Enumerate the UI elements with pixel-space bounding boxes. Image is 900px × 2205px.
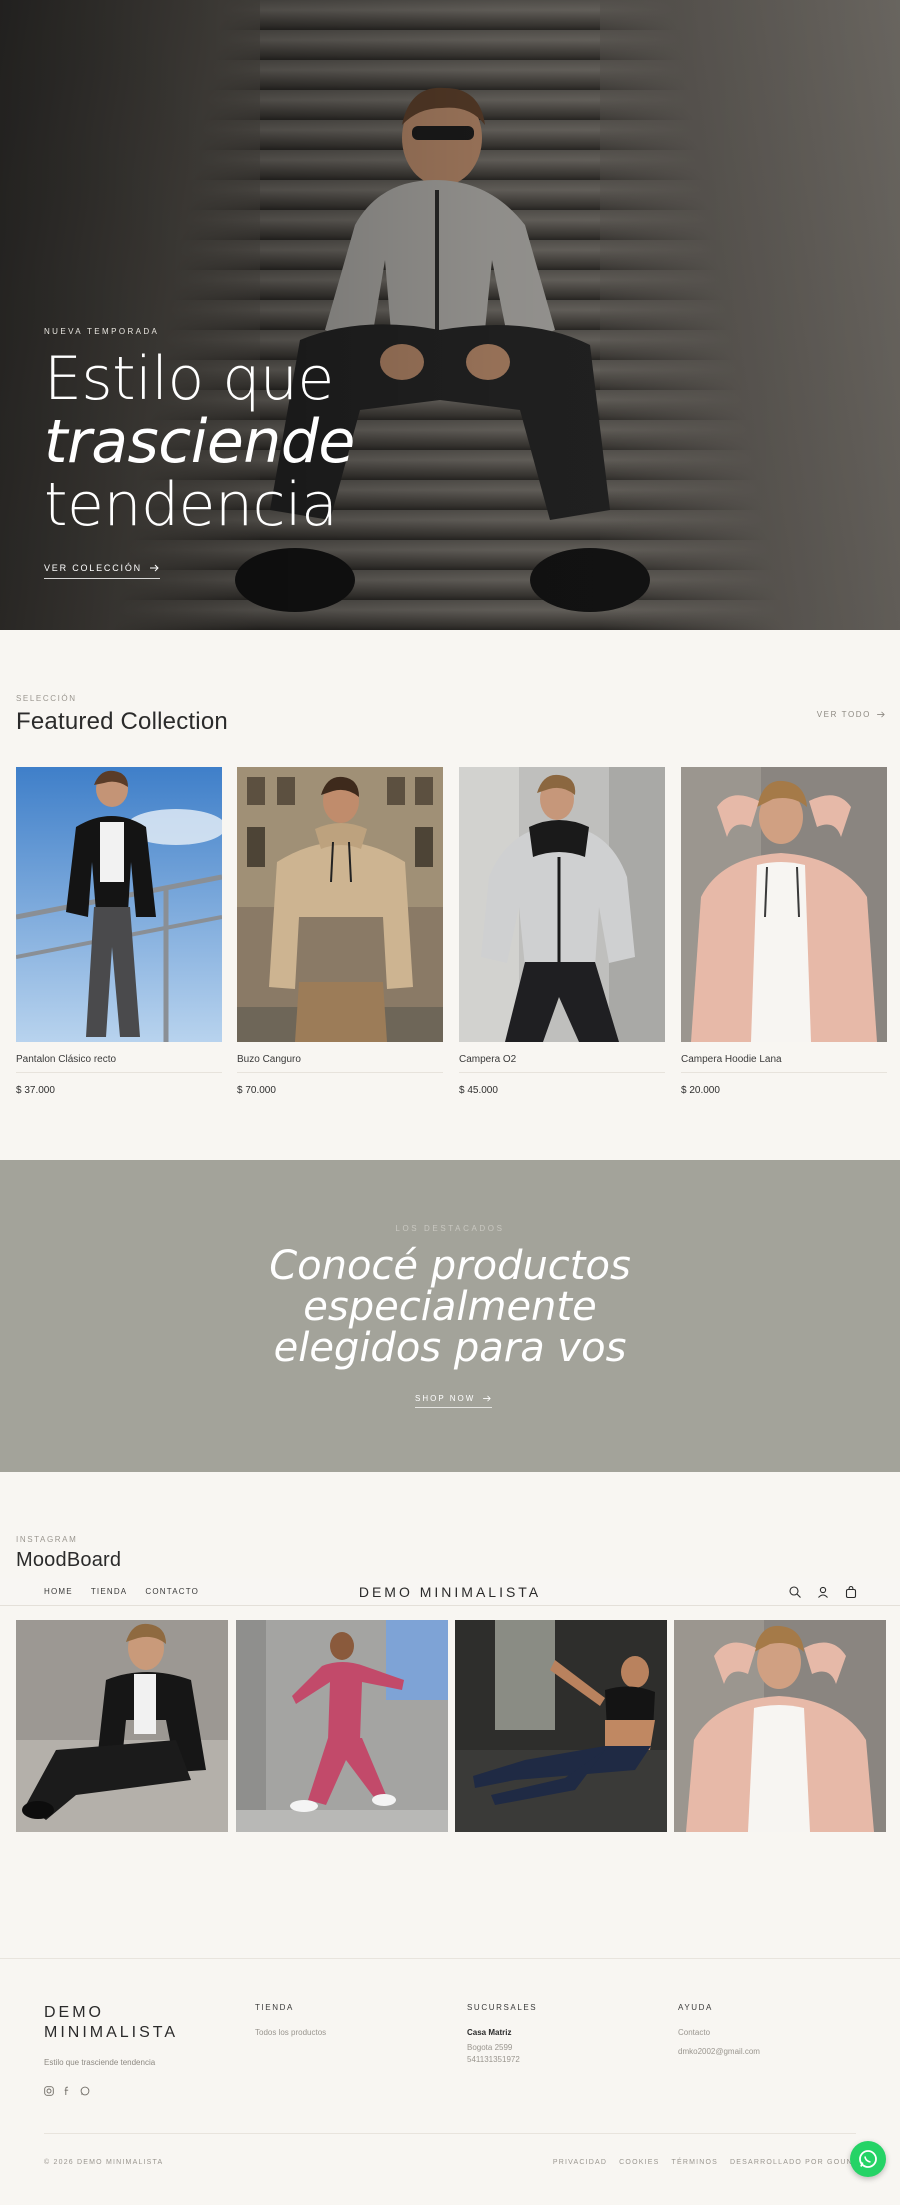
shop-now-label: SHOP NOW <box>415 1394 476 1403</box>
product-price: $ 45.000 <box>459 1085 498 1096</box>
whatsapp-icon[interactable] <box>80 2083 90 2096</box>
facebook-icon[interactable] <box>62 2083 72 2095</box>
hero-title-line2: trasciende <box>44 407 355 477</box>
banner-heading-line2: especialmente <box>303 1284 597 1330</box>
hero-title-line3: tendencia <box>44 470 338 540</box>
nav-link-home[interactable]: HOME <box>44 1587 73 1596</box>
nav-link-contacto[interactable]: CONTACTO <box>145 1587 199 1596</box>
product-card[interactable]: Buzo Canguro $ 70.000 <box>237 767 443 1096</box>
footer-link-all-products[interactable]: Todos los productos <box>255 2028 326 2037</box>
product-image <box>459 767 665 1042</box>
site-footer: DEMO MINIMALISTA Estilo que trasciende t… <box>0 1958 900 2205</box>
product-image <box>15 767 226 1042</box>
footer-email[interactable]: dmko2002@gmail.com <box>678 2047 760 2056</box>
footer-link-contacto[interactable]: Contacto <box>678 2028 760 2037</box>
banner-heading: Conocé productos especialmente elegidos … <box>0 1246 900 1369</box>
footer-heading-sucursales: SUCURSALES <box>467 2003 538 2012</box>
hero-section: NUEVA TEMPORADA Estilo que trasciende te… <box>0 0 900 630</box>
hero-cta-link[interactable]: VER COLECCIÓN <box>44 563 160 579</box>
nav-links: HOME TIENDA CONTACTO <box>44 1587 199 1596</box>
footer-col-tienda: TIENDA Todos los productos <box>255 2003 326 2047</box>
product-name: Campera O2 <box>459 1054 517 1065</box>
footer-branch-name: Casa Matriz <box>467 2028 512 2037</box>
product-divider <box>459 1072 665 1073</box>
product-card[interactable]: Campera Hoodie Lana $ 20.000 <box>681 767 887 1096</box>
product-name: Buzo Canguro <box>237 1054 301 1065</box>
footer-copyright: © 2026 DEMO MINIMALISTA <box>44 2159 164 2166</box>
search-icon[interactable] <box>788 1585 802 1599</box>
nav-link-tienda[interactable]: TIENDA <box>91 1587 128 1596</box>
footer-tagline: Estilo que trasciende tendencia <box>44 2058 156 2067</box>
footer-link-terminos[interactable]: TÉRMINOS <box>671 2159 718 2166</box>
arrow-right-icon <box>149 564 159 572</box>
product-image <box>681 767 887 1042</box>
footer-legal-links: PRIVACIDAD COOKIES TÉRMINOS DESARROLLADO… <box>553 2159 856 2166</box>
nav-icons <box>788 1585 858 1599</box>
whatsapp-icon <box>859 2150 877 2168</box>
moodboard-image[interactable] <box>16 1620 228 1832</box>
featured-eyebrow: SELECCIÓN <box>16 694 77 703</box>
footer-brand-line1: DEMO <box>44 2004 104 2021</box>
product-divider <box>16 1072 222 1073</box>
hero-title: Estilo que trasciende tendencia <box>44 348 464 537</box>
moodboard-image[interactable] <box>455 1620 667 1832</box>
footer-link-developer[interactable]: DESARROLLADO POR GOUNI <box>730 2159 856 2166</box>
view-all-link[interactable]: VER TODO <box>817 710 886 719</box>
footer-social <box>44 2083 90 2096</box>
product-price: $ 70.000 <box>237 1085 276 1096</box>
moodboard-image[interactable] <box>674 1620 886 1832</box>
whatsapp-float-button[interactable] <box>850 2141 886 2177</box>
product-name: Campera Hoodie Lana <box>681 1054 782 1065</box>
footer-col-sucursales: SUCURSALES Casa Matriz Bogota 2599 54113… <box>467 2003 537 2066</box>
product-divider <box>237 1072 443 1073</box>
product-divider <box>681 1072 887 1073</box>
highlights-banner: LOS DESTACADOS Conocé productos especial… <box>0 1160 900 1472</box>
banner-heading-line1: Conocé productos <box>269 1243 631 1289</box>
footer-brand[interactable]: DEMO MINIMALISTA <box>44 2003 178 2043</box>
hero-eyebrow: NUEVA TEMPORADA <box>44 327 160 336</box>
featured-title: Featured Collection <box>16 708 228 735</box>
sticky-navbar: HOME TIENDA CONTACTO DEMO MINIMALISTA <box>0 1578 900 1606</box>
footer-heading-tienda: TIENDA <box>255 2003 294 2012</box>
view-all-label: VER TODO <box>816 710 871 719</box>
hero-title-line1: Estilo que <box>44 344 334 414</box>
footer-heading-ayuda: AYUDA <box>678 2003 713 2012</box>
banner-eyebrow: LOS DESTACADOS <box>395 1224 505 1233</box>
product-card[interactable]: Pantalon Clásico recto $ 37.000 <box>15 767 226 1096</box>
shop-now-link[interactable]: SHOP NOW <box>415 1394 493 1408</box>
instagram-icon[interactable] <box>44 2083 54 2096</box>
product-card[interactable]: Campera O2 $ 45.000 <box>459 767 665 1096</box>
hero-cta-label: VER COLECCIÓN <box>44 563 142 573</box>
banner-heading-line3: elegidos para vos <box>273 1325 627 1371</box>
product-name: Pantalon Clásico recto <box>16 1054 117 1065</box>
footer-branch-address: Bogota 2599 <box>467 2043 513 2052</box>
moodboard-image[interactable] <box>236 1620 448 1832</box>
product-price: $ 20.000 <box>681 1085 720 1096</box>
product-image <box>237 767 443 1042</box>
moodboard-title: MoodBoard <box>16 1549 122 1571</box>
cart-icon[interactable] <box>844 1585 858 1599</box>
user-icon[interactable] <box>816 1585 830 1599</box>
footer-branch-phone: 541131351972 <box>467 2055 520 2064</box>
footer-divider <box>44 2133 856 2134</box>
footer-link-privacidad[interactable]: PRIVACIDAD <box>553 2159 607 2166</box>
arrow-right-icon <box>877 711 885 718</box>
footer-brand-line2: MINIMALISTA <box>44 2024 179 2041</box>
footer-link-cookies[interactable]: COOKIES <box>619 2159 659 2166</box>
arrow-right-icon <box>483 1395 492 1402</box>
footer-col-ayuda: AYUDA Contacto dmko2002@gmail.com <box>678 2003 760 2066</box>
moodboard-eyebrow: INSTAGRAM <box>16 1535 78 1544</box>
product-price: $ 37.000 <box>16 1085 55 1096</box>
